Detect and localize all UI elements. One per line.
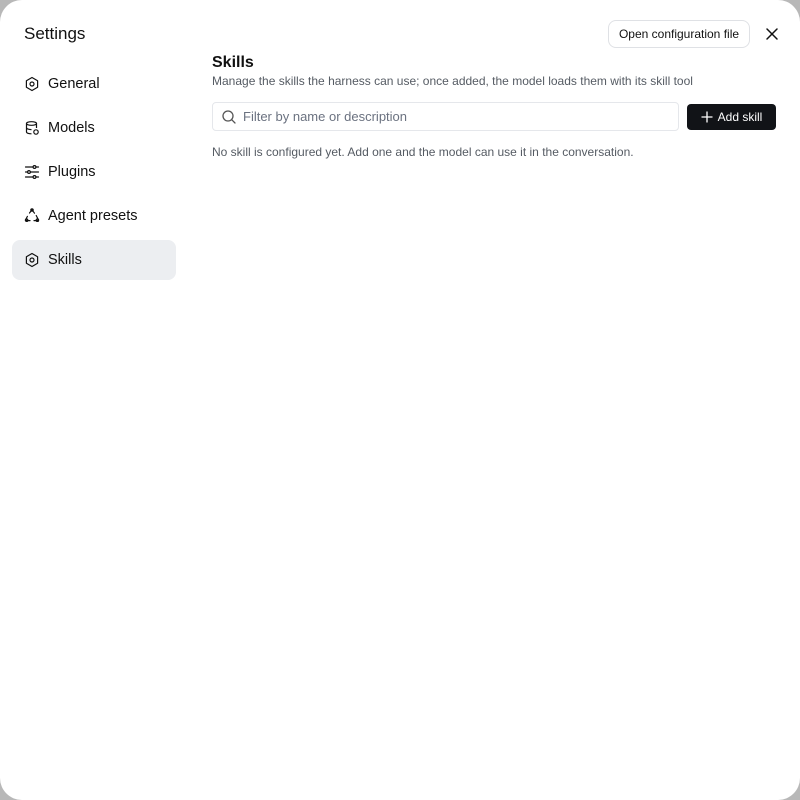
gear-icon [24,76,40,92]
sidebar-item-label: Agent presets [48,208,138,224]
plus-icon [701,111,713,123]
close-icon [766,28,778,40]
sidebar-item-label: General [48,76,100,92]
sidebar-item-label: Models [48,120,95,136]
open-configuration-file-button[interactable]: Open configuration file [608,20,750,48]
sidebar-item-plugins[interactable]: Plugins [12,152,176,192]
empty-state-message: No skill is configured yet. Add one and … [212,145,634,159]
gear-icon [24,252,40,268]
sidebar-item-label: Skills [48,252,82,268]
sidebar-item-agent-presets[interactable]: Agent presets [12,196,176,236]
page-description: Manage the skills the harness can use; o… [212,74,693,88]
recycle-icon [24,208,40,224]
search-input[interactable] [243,103,678,130]
dialog-title: Settings [24,24,86,43]
search-box [212,102,679,131]
add-skill-button[interactable]: Add skill [687,104,776,130]
sidebar-item-general[interactable]: General [12,64,176,104]
search-icon [221,109,237,125]
database-icon [24,120,40,136]
sidebar-item-label: Plugins [48,164,96,180]
close-button[interactable] [762,24,782,44]
sidebar-item-models[interactable]: Models [12,108,176,148]
sliders-icon [24,164,40,180]
settings-dialog: Settings Open configuration file General [0,0,800,800]
add-skill-label: Add skill [717,110,763,124]
page-title: Skills [212,54,254,71]
sidebar: General Models Plugins Agent presets Ski… [12,64,176,284]
sidebar-item-skills[interactable]: Skills [12,240,176,280]
